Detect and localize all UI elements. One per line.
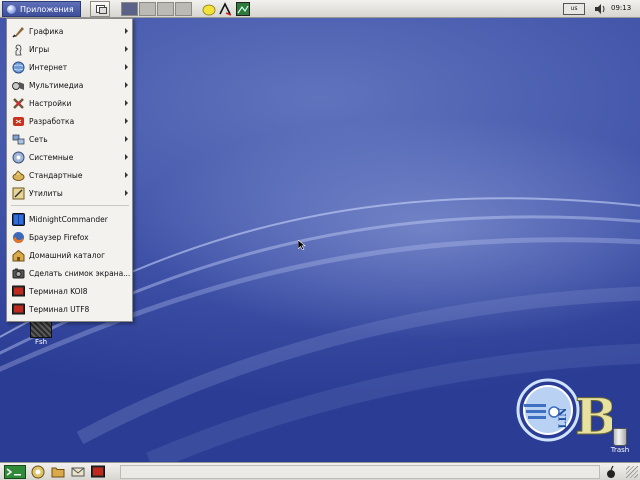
workspace-2[interactable] xyxy=(139,2,156,16)
menu-item-label: MidnightCommander xyxy=(29,214,108,224)
keyboard-layout-indicator[interactable]: us xyxy=(563,3,585,15)
mouse-cursor xyxy=(298,240,306,250)
menu-item-settings[interactable]: Настройки xyxy=(9,94,131,112)
web-browser-launcher-icon[interactable] xyxy=(31,465,45,479)
menu-item-games[interactable]: Игры xyxy=(9,40,131,58)
menu-item-label: Разработка xyxy=(29,116,75,126)
menu-item-label: Системные xyxy=(29,152,74,162)
menu-item-multimedia[interactable]: Мультимедиа xyxy=(9,76,131,94)
window-icon-back xyxy=(99,7,107,14)
image-viewer-icon[interactable] xyxy=(236,2,250,16)
show-desktop-button[interactable] xyxy=(90,1,110,17)
menu-item-utilities[interactable]: Утилиты xyxy=(9,184,131,202)
submenu-arrow-icon xyxy=(125,28,128,34)
applications-menu-button[interactable]: Приложения xyxy=(2,1,81,17)
terminal-icon xyxy=(12,303,25,314)
email-launcher-icon[interactable] xyxy=(71,465,85,479)
menu-item-graphics[interactable]: Графика xyxy=(9,22,131,40)
menu-item-label: Стандартные xyxy=(29,170,83,180)
distro-logo: B LIN xyxy=(516,378,612,446)
trash-icon xyxy=(613,428,627,446)
volume-icon[interactable] xyxy=(594,3,606,15)
distro-logo-text: LIN xyxy=(558,408,569,429)
menu-item-firefox[interactable]: Браузер Firefox xyxy=(9,228,131,246)
menu-item-label: Интернет xyxy=(29,62,68,72)
menu-item-label: Графика xyxy=(29,26,64,36)
workspace-3[interactable] xyxy=(157,2,174,16)
submenu-arrow-icon xyxy=(125,118,128,124)
midnight-commander-icon xyxy=(12,212,25,226)
submenu-arrow-icon xyxy=(125,172,128,178)
terminal-app-launcher-icon[interactable] xyxy=(91,465,105,479)
menu-item-label: Игры xyxy=(29,44,50,54)
menu-item-label: Мультимедиа xyxy=(29,80,84,90)
menu-item-midnight-commander[interactable]: MidnightCommander xyxy=(9,210,131,228)
menu-separator xyxy=(11,205,129,206)
submenu-arrow-icon xyxy=(125,190,128,196)
workspace-4[interactable] xyxy=(175,2,192,16)
panel-resize-grip xyxy=(626,466,638,478)
panel-clock[interactable]: 09:13 xyxy=(611,4,631,12)
screenshot-icon xyxy=(12,268,25,278)
menu-item-label: Терминал UTF8 xyxy=(29,304,90,314)
firefox-icon xyxy=(13,231,24,243)
internet-icon xyxy=(12,61,25,73)
menu-item-label: Браузер Firefox xyxy=(29,232,89,242)
submenu-arrow-icon xyxy=(125,46,128,52)
submenu-arrow-icon xyxy=(125,154,128,160)
submenu-arrow-icon xyxy=(125,100,128,106)
submenu-arrow-icon xyxy=(125,136,128,142)
desktop-trash-label: Trash xyxy=(610,446,630,454)
submenu-arrow-icon xyxy=(125,82,128,88)
menu-item-screenshot[interactable]: Сделать снимок экрана... xyxy=(9,264,131,282)
workspace-1[interactable] xyxy=(121,2,138,16)
top-panel: Приложения us 09:13 xyxy=(0,0,640,18)
menu-item-label: Утилиты xyxy=(29,188,63,198)
folder-icon xyxy=(30,320,52,338)
menu-item-terminal-utf8[interactable]: Терминал UTF8 xyxy=(9,300,131,318)
utilities-icon xyxy=(12,187,25,199)
taskbar-window-list[interactable] xyxy=(120,465,600,479)
games-icon xyxy=(15,44,22,55)
menu-item-home-folder[interactable]: Домашний каталог xyxy=(9,246,131,264)
distro-menu-icon xyxy=(7,4,16,14)
terminal-icon xyxy=(12,285,25,296)
file-manager-launcher-icon[interactable] xyxy=(51,465,65,479)
network-icon xyxy=(12,134,25,144)
menu-item-label: Настройки xyxy=(29,98,72,108)
accessories-icon xyxy=(12,169,25,181)
network-status-icon[interactable] xyxy=(604,465,618,479)
menu-item-accessories[interactable]: Стандартные xyxy=(9,166,131,184)
desktop-folder-fsh[interactable]: Fsh xyxy=(26,320,56,346)
sticky-notes-icon[interactable] xyxy=(202,2,216,16)
home-folder-icon xyxy=(12,249,25,261)
terminal-launcher-icon[interactable] xyxy=(4,465,26,479)
menu-item-development[interactable]: Разработка xyxy=(9,112,131,130)
menu-item-network[interactable]: Сеть xyxy=(9,130,131,148)
menu-item-label: Сделать снимок экрана... xyxy=(29,268,131,278)
submenu-arrow-icon xyxy=(125,64,128,70)
menu-item-label: Сеть xyxy=(29,134,48,144)
menu-item-terminal-koi8[interactable]: Терминал KOI8 xyxy=(9,282,131,300)
system-icon xyxy=(12,151,25,163)
multimedia-icon xyxy=(12,81,24,90)
applications-menu: Графика Игры Интернет Мультимедиа Настро… xyxy=(6,18,133,322)
menu-item-system[interactable]: Системные xyxy=(9,148,131,166)
desktop-folder-label: Fsh xyxy=(34,338,48,346)
menu-item-label: Терминал KOI8 xyxy=(29,286,88,296)
bottom-panel xyxy=(0,462,640,480)
development-icon xyxy=(13,116,24,126)
text-editor-icon[interactable] xyxy=(218,2,232,16)
settings-icon xyxy=(13,97,24,109)
menu-item-internet[interactable]: Интернет xyxy=(9,58,131,76)
menu-item-label: Домашний каталог xyxy=(29,250,106,260)
svg-text:B: B xyxy=(575,387,612,446)
graphics-icon xyxy=(12,26,24,38)
applications-menu-label: Приложения xyxy=(20,4,74,14)
